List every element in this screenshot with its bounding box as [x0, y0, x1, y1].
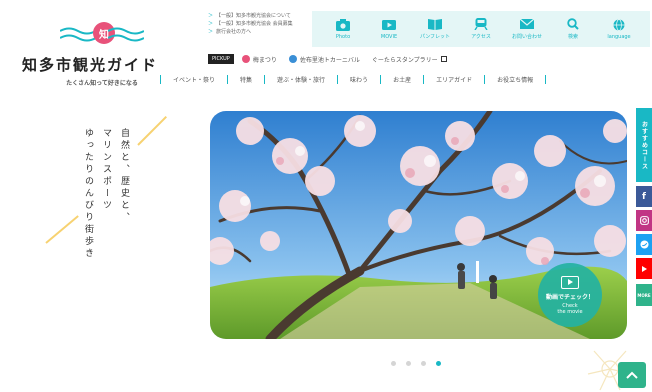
utility-icon-bar: Photo MOVIE パンフレット アクセス お問い合わせ 検索 langua…: [312, 11, 650, 47]
pickup-item-ume[interactable]: 梅まつり: [241, 55, 277, 64]
hero-slider[interactable]: 動画でチェック！ Check the movie: [210, 111, 627, 339]
logo-title: 知多市観光ガイド: [22, 56, 159, 74]
nav-souvenirs[interactable]: お土産: [381, 75, 423, 84]
page: 知 知多市観光ガイド たくさん知って好きになる ＞【一般】知多市観光協会について…: [0, 0, 652, 392]
site-logo[interactable]: 知 知多市観光ガイド たくさん知って好きになる: [22, 20, 182, 87]
contact-link[interactable]: お問い合わせ: [508, 18, 546, 40]
external-link-icon: [440, 56, 447, 62]
hero-copy-line: 自然と、歴史と、: [119, 128, 129, 224]
more-social-button[interactable]: MORE: [636, 284, 652, 306]
main-nav: イベント・祭り 特集 遊ぶ・体験・旅行 味わう お土産 エリアガイド お役立ち情…: [160, 75, 547, 84]
decorative-stroke: [137, 116, 167, 146]
facebook-icon[interactable]: f: [636, 186, 652, 207]
pickup-item-stamp-rally[interactable]: ぐーたらスタンプラリー: [372, 55, 447, 64]
wave-right-icon: [108, 27, 144, 42]
globe-icon: [613, 18, 625, 31]
news-item[interactable]: ＞旅行会社の方へ: [208, 28, 313, 36]
instagram-icon[interactable]: [636, 210, 652, 231]
nav-food[interactable]: 味わう: [338, 75, 380, 84]
recommended-course-tab[interactable]: おすすめコース: [636, 108, 652, 182]
nav-events[interactable]: イベント・祭り: [161, 75, 227, 84]
movie-icon: [561, 275, 579, 289]
wave-left-icon: [60, 27, 96, 42]
decorative-stroke: [45, 215, 79, 244]
movie-link[interactable]: MOVIE: [370, 19, 408, 40]
logo-tagline: たくさん知って好きになる: [66, 80, 138, 87]
nav-divider: [545, 75, 547, 84]
slider-dot[interactable]: [391, 361, 396, 366]
news-item[interactable]: ＞【一般】知多市観光協会 会員募集: [208, 20, 313, 28]
search-icon: [567, 18, 579, 30]
twitter-icon[interactable]: [636, 234, 652, 255]
pickup-item-carnival[interactable]: 佐布里池トカーニバル: [288, 55, 360, 64]
news-list: ＞【一般】知多市観光協会について ＞【一般】知多市観光協会 会員募集 ＞旅行会社…: [208, 12, 313, 36]
news-item[interactable]: ＞【一般】知多市観光協会について: [208, 12, 313, 20]
pamphlet-link[interactable]: パンフレット: [416, 18, 454, 40]
camera-icon: [336, 18, 350, 31]
photo-link[interactable]: Photo: [324, 18, 362, 40]
back-to-top-button[interactable]: [618, 362, 646, 388]
language-button[interactable]: language: [600, 18, 638, 40]
hero-copy-line: マリンスポーツ: [101, 128, 111, 212]
search-button[interactable]: 検索: [554, 18, 592, 40]
nav-useful-info[interactable]: お役立ち情報: [485, 75, 545, 84]
mail-icon: [520, 18, 534, 29]
flower-icon: [241, 55, 250, 63]
logo-mark: 知: [22, 20, 182, 52]
pickup-badge: PICKUP: [208, 54, 234, 64]
watch-movie-button[interactable]: 動画でチェック！ Check the movie: [538, 263, 602, 327]
train-icon: [474, 18, 488, 30]
nav-features[interactable]: 特集: [228, 75, 264, 84]
slider-dot[interactable]: [406, 361, 411, 366]
slider-dots: [391, 361, 451, 366]
slider-dot[interactable]: [421, 361, 426, 366]
person-icon: [288, 55, 297, 63]
pickup-row: PICKUP 梅まつり 佐布里池トカーニバル ぐーたらスタンプラリー: [208, 53, 459, 65]
youtube-icon[interactable]: [636, 258, 652, 279]
hero-copy-line: ゆったりのんびり街歩き: [83, 128, 93, 260]
chevron-up-icon: [626, 371, 638, 379]
access-link[interactable]: アクセス: [462, 18, 500, 40]
nav-activities[interactable]: 遊ぶ・体験・旅行: [265, 75, 337, 84]
slider-dot-active[interactable]: [436, 361, 441, 366]
book-icon: [428, 19, 442, 30]
nav-area-guide[interactable]: エリアガイド: [424, 75, 484, 84]
video-icon: [382, 19, 396, 30]
